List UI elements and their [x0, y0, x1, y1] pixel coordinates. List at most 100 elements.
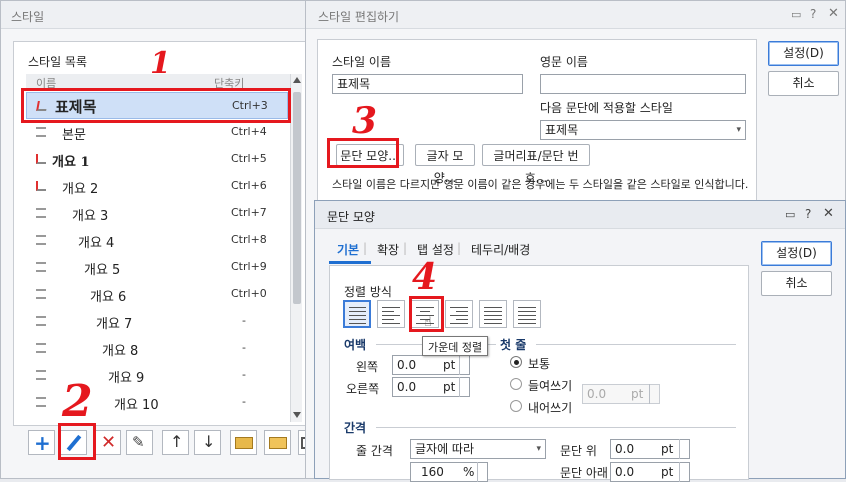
- align-distribute-button[interactable]: [479, 300, 507, 328]
- align-label: 정렬 방식: [344, 285, 392, 299]
- list-item-개요6[interactable]: 개요 6 Ctrl+0: [26, 281, 288, 308]
- left-margin-input[interactable]: 0.0 pt: [392, 355, 470, 375]
- list-item-name: 개요 7: [96, 317, 133, 332]
- edit-cancel-button[interactable]: 취소: [768, 71, 839, 96]
- open-folder-button[interactable]: [264, 430, 291, 455]
- edit-window-titlebar[interactable]: 스타일 편집하기 ▭ ? ✕: [306, 1, 845, 29]
- list-item-name: 개요 2: [62, 182, 99, 197]
- list-item-표제목[interactable]: 표제목 Ctrl+3: [26, 92, 288, 119]
- style-icon: [36, 397, 46, 407]
- radio-normal-label: 보통: [528, 357, 551, 371]
- list-scrollbar[interactable]: [290, 74, 302, 422]
- radio-normal[interactable]: [510, 356, 522, 368]
- move-up-button[interactable]: ↑: [162, 430, 189, 455]
- move-down-button[interactable]: ↓: [194, 430, 221, 455]
- next-style-select[interactable]: 표제목 ▾: [540, 120, 746, 140]
- delete-style-button[interactable]: ✕: [94, 430, 121, 455]
- para-form-group: 정렬 방식 여백 첫 줄 왼쪽 0.0 pt 오른쪽 0.0 pt 보통 들여쓰…: [329, 265, 749, 482]
- edit-ok-button[interactable]: 설정(D): [768, 41, 839, 66]
- help-icon[interactable]: ?: [810, 7, 816, 21]
- close-icon[interactable]: ✕: [823, 206, 834, 221]
- tab-basic[interactable]: 기본: [337, 241, 359, 258]
- message-icon[interactable]: ▭: [785, 208, 795, 221]
- style-settings-button[interactable]: ✎: [126, 430, 153, 455]
- annotation-number-3: 3: [352, 100, 378, 142]
- line-spacing-label: 줄 간격: [356, 444, 393, 458]
- plus-icon: +: [34, 431, 51, 455]
- mouse-cursor-icon: ☝: [424, 315, 432, 330]
- indent-spinner[interactable]: [649, 384, 659, 404]
- char-shape-button[interactable]: 글자 모양...: [415, 144, 475, 185]
- margin-label: 여백: [344, 338, 367, 352]
- tab-divider: |: [457, 241, 462, 255]
- right-margin-label: 오른쪽: [346, 382, 380, 396]
- annotation-number-4: 4: [412, 256, 438, 298]
- line-spacing-type-select[interactable]: 글자에 따라 ▾: [410, 439, 546, 459]
- para-ok-button[interactable]: 설정(D): [761, 241, 832, 266]
- para-window-titlebar[interactable]: 문단 모양 ▭ ? ✕: [315, 201, 845, 229]
- tab-extend[interactable]: 확장: [377, 241, 399, 258]
- line-spacing-input[interactable]: 160 %: [410, 462, 488, 482]
- left-margin-spinner[interactable]: [459, 355, 469, 375]
- list-item-name: 개요 3: [72, 209, 109, 224]
- help-icon[interactable]: ?: [805, 207, 811, 221]
- align-left-button[interactable]: [377, 300, 405, 328]
- para-above-input[interactable]: 0.0 pt: [610, 439, 690, 459]
- style-window-titlebar[interactable]: 스타일: [1, 1, 309, 29]
- align-justify-button[interactable]: [343, 300, 371, 328]
- style-name-input[interactable]: 표제목: [332, 74, 523, 94]
- style-icon: [36, 262, 46, 272]
- scroll-up-button[interactable]: [293, 77, 301, 83]
- message-icon[interactable]: ▭: [791, 8, 801, 21]
- para-shape-button[interactable]: 문단 모양...: [336, 144, 404, 166]
- col-shortcut-header[interactable]: 단축키: [214, 75, 244, 91]
- radio-indent[interactable]: [510, 378, 522, 390]
- para-below-spinner[interactable]: [679, 462, 689, 482]
- next-style-value: 표제목: [545, 123, 579, 137]
- list-item-개요1[interactable]: 개요 1 Ctrl+5: [26, 146, 288, 173]
- unit-label: pt: [443, 380, 456, 394]
- scroll-down-button[interactable]: [293, 412, 301, 418]
- align-right-button[interactable]: [445, 300, 473, 328]
- style-icon: [36, 127, 46, 137]
- para-above-label: 문단 위: [560, 444, 597, 458]
- list-item-개요2[interactable]: 개요 2 Ctrl+6: [26, 173, 288, 200]
- para-below-input[interactable]: 0.0 pt: [610, 462, 690, 482]
- list-item-shortcut: Ctrl+3: [232, 99, 268, 112]
- right-margin-spinner[interactable]: [459, 377, 469, 397]
- col-name-header[interactable]: 이름: [36, 75, 56, 91]
- add-style-button[interactable]: +: [28, 430, 55, 455]
- close-icon[interactable]: ✕: [828, 6, 839, 21]
- list-item-본문[interactable]: 본문 Ctrl+4: [26, 119, 288, 146]
- align-divide-button[interactable]: [513, 300, 541, 328]
- line-spacing-spinner[interactable]: [477, 462, 487, 482]
- style-list-title: 스타일 목록: [28, 55, 88, 69]
- list-item-shortcut: -: [242, 314, 246, 327]
- list-item-name: 개요 10: [114, 398, 159, 413]
- annotation-number-1: 1: [150, 46, 171, 81]
- line-spacing-type-value: 글자에 따라: [415, 442, 475, 456]
- list-item-개요8[interactable]: 개요 8 -: [26, 335, 288, 362]
- bullet-number-button[interactable]: 글머리표/문단 번호...: [482, 144, 590, 185]
- edit-form-group: 스타일 이름 표제목 영문 이름 다음 문단에 적용할 스타일 표제목 ▾ 문단…: [317, 39, 757, 201]
- pencil-icon: [66, 434, 82, 452]
- right-margin-value: 0.0: [397, 380, 417, 394]
- list-item-개요7[interactable]: 개요 7 -: [26, 308, 288, 335]
- tooltip: 가운데 정렬: [422, 336, 488, 356]
- tab-border-background[interactable]: 테두리/배경: [471, 241, 530, 258]
- style-icon: [36, 316, 46, 326]
- indent-input[interactable]: 0.0 pt: [582, 384, 660, 404]
- radio-dot: [514, 360, 519, 365]
- scroll-thumb[interactable]: [293, 92, 301, 304]
- list-item-개요4[interactable]: 개요 4 Ctrl+8: [26, 227, 288, 254]
- radio-outdent[interactable]: [510, 400, 522, 412]
- import-style-button[interactable]: [230, 430, 257, 455]
- para-cancel-button[interactable]: 취소: [761, 271, 832, 296]
- list-item-name: 개요 1: [52, 155, 90, 170]
- list-item-개요5[interactable]: 개요 5 Ctrl+9: [26, 254, 288, 281]
- right-margin-input[interactable]: 0.0 pt: [392, 377, 470, 397]
- edit-style-button[interactable]: [60, 430, 87, 455]
- para-above-spinner[interactable]: [679, 439, 689, 459]
- english-name-input[interactable]: [540, 74, 746, 94]
- list-item-개요3[interactable]: 개요 3 Ctrl+7: [26, 200, 288, 227]
